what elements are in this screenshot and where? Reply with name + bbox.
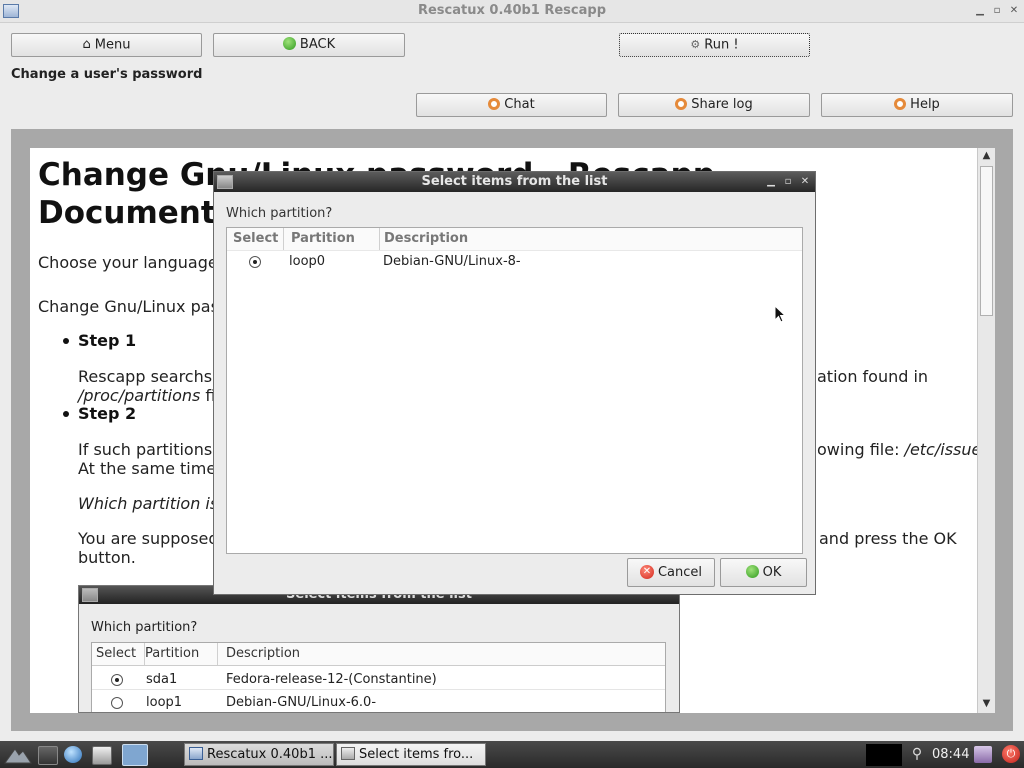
mouse-cursor-icon (774, 305, 786, 323)
embed-col-partition: Partition (145, 643, 218, 665)
back-arrow-icon (282, 37, 296, 50)
embed-row-radio (111, 697, 123, 709)
windows-switcher-icon[interactable] (92, 746, 112, 765)
gear-icon: ⚙ (690, 38, 701, 51)
window-title: Rescatux 0.40b1 Rescapp (417, 3, 607, 18)
help-button[interactable]: Help (821, 93, 1013, 117)
page-subtitle: Change a user's password (11, 67, 203, 82)
embed-row-radio (111, 674, 123, 686)
close-icon[interactable]: ✕ (799, 175, 811, 189)
menu-button[interactable]: ⌂ Menu (11, 33, 202, 57)
close-icon[interactable]: ✕ (1007, 4, 1021, 18)
embed-question: Which partition? (91, 620, 198, 635)
task-select-items[interactable]: Select items fro... (336, 743, 486, 766)
maximize-icon[interactable]: ▫ (782, 175, 794, 189)
select-items-dialog: Select items from the list ▁ ▫ ✕ Which p… (213, 171, 816, 595)
run-button[interactable]: ⚙ Run ! (619, 33, 810, 57)
dialog-question: Which partition? (226, 206, 333, 221)
supposed-text-a: You are supposed (78, 529, 219, 548)
task-rescatux[interactable]: Rescatux 0.40b1 ... (184, 743, 334, 766)
embed-row-description: Fedora-release-12-(Constantine) (226, 672, 437, 687)
network-icon[interactable] (974, 746, 992, 763)
row-description: Debian-GNU/Linux-8- (383, 254, 521, 269)
step2-text-c: At the same time (78, 459, 217, 478)
step2-text-b: owing file: /etc/issue. (817, 440, 977, 459)
row-partition: loop0 (289, 254, 326, 269)
lifebuoy-icon (488, 97, 501, 110)
doc-vertical-scrollbar[interactable]: ▲ ▼ (977, 148, 995, 713)
minimize-icon[interactable]: ▁ (765, 175, 777, 189)
doc-embedded-screenshot: Select items from the list Which partiti… (78, 585, 680, 713)
col-partition[interactable]: Partition (291, 228, 380, 250)
system-monitor-icon (866, 744, 902, 766)
chat-button[interactable]: Chat (416, 93, 607, 117)
ok-button[interactable]: OK (720, 558, 807, 587)
search-icon[interactable]: ⚲ (908, 746, 926, 763)
embed-col-description: Description (226, 646, 301, 661)
bullet (63, 338, 69, 344)
embed-row-partition: loop1 (146, 695, 183, 710)
scroll-up-icon[interactable]: ▲ (978, 148, 995, 164)
partition-table: Select Partition Description loop0 Debia… (226, 227, 803, 554)
cancel-button[interactable]: ✕ Cancel (627, 558, 715, 587)
step1-file-line: /proc/partitions fi (78, 386, 216, 405)
choose-language-link[interactable]: Choose your language (38, 253, 218, 272)
embed-col-select: Select (92, 643, 145, 665)
scrollbar-thumb[interactable] (980, 166, 993, 316)
col-select[interactable]: Select (233, 228, 284, 250)
step2-text-a: If such partitions (78, 440, 213, 459)
power-icon[interactable]: ⏻ (1002, 745, 1020, 763)
clock: 08:44 (932, 747, 970, 762)
step2-heading: Step 2 (78, 404, 137, 423)
window-icon (189, 747, 203, 760)
step1-text-b: ation found in (817, 367, 929, 386)
lifebuoy-icon (894, 97, 907, 110)
dialog-titlebar: Select items from the list ▁ ▫ ✕ (214, 172, 815, 192)
embed-table: Select Partition Description sda1 Fedora… (91, 642, 666, 712)
share-log-button[interactable]: Share log (618, 93, 810, 117)
step1-heading: Step 1 (78, 331, 137, 350)
supposed-text-b: and press the OK (819, 529, 957, 548)
taskbar: Rescatux 0.40b1 ... Select items fro... … (0, 741, 1024, 768)
cancel-icon: ✕ (639, 564, 654, 579)
home-icon: ⌂ (82, 37, 91, 52)
web-browser-icon[interactable] (64, 746, 82, 763)
supposed-text-c: button. (78, 548, 136, 567)
embed-row-partition: sda1 (146, 672, 178, 687)
embed-row-description: Debian-GNU/Linux-6.0- (226, 695, 377, 710)
minimize-icon[interactable]: ▁ (973, 4, 987, 18)
lifebuoy-icon (675, 97, 688, 110)
dialog-title: Select items from the list (421, 174, 608, 189)
start-menu-icon[interactable] (3, 745, 33, 765)
col-description[interactable]: Description (384, 228, 468, 250)
back-button[interactable]: BACK (213, 33, 405, 57)
which-partition-italic: Which partition is (78, 494, 219, 513)
window-icon (341, 747, 355, 760)
bullet (63, 411, 69, 417)
file-manager-icon[interactable] (38, 746, 58, 765)
main-titlebar: Rescatux 0.40b1 Rescapp ▁ ▫ ✕ (0, 0, 1024, 23)
maximize-icon[interactable]: ▫ (990, 4, 1004, 18)
ok-icon (745, 565, 759, 578)
step1-text-a: Rescapp searchs (78, 367, 213, 386)
show-desktop-icon[interactable] (122, 744, 148, 766)
scroll-down-icon[interactable]: ▼ (978, 696, 995, 712)
partition-radio[interactable] (249, 256, 261, 268)
